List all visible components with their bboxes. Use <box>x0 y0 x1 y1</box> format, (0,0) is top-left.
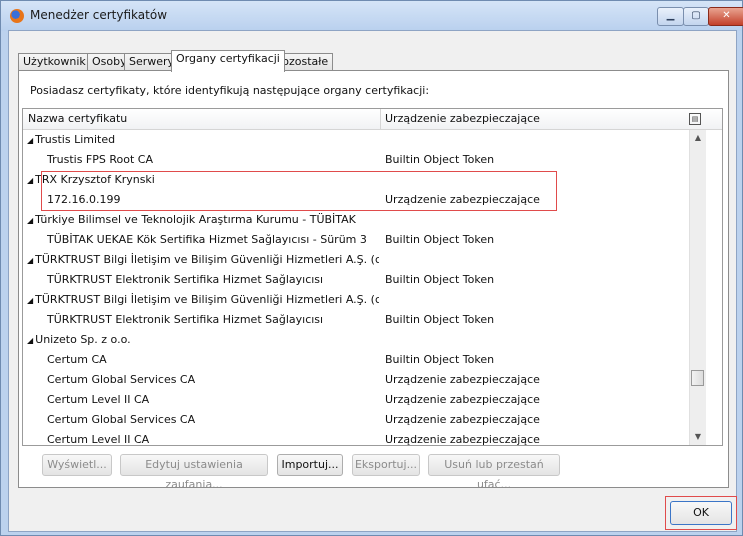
security-device: Urządzenie zabezpieczające <box>385 413 540 426</box>
row-label: Certum Level II CA <box>47 393 150 406</box>
tree-row[interactable]: Certum Level II CA Urządzenie zabezpiecza… <box>23 430 689 446</box>
scroll-up-arrow-icon[interactable]: ▲ <box>690 130 706 146</box>
tree-group-row[interactable]: ◢ Trustis Limited <box>23 130 689 150</box>
security-device: Builtin Object Token <box>385 233 495 246</box>
panel-description: Posiadasz certyfikaty, które identyfikuj… <box>30 84 430 97</box>
group-name: ◢ Unizeto Sp. z o.o. <box>27 330 379 350</box>
certificate-name: Certum Global Services CA <box>47 370 377 390</box>
security-device: Builtin Object Token <box>385 273 495 286</box>
tree-rows: ◢ Trustis Limited Trustis FPS Root CA Built… <box>23 130 689 446</box>
certificate-name: Certum Level II CA <box>47 430 377 446</box>
column-picker-icon[interactable]: ▤ <box>689 113 701 125</box>
certificate-name: TÜBİTAK UEKAE Kök Sertifika Hizmet Sağla… <box>47 230 377 250</box>
tab-organy-certyfikacji[interactable]: Organy certyfikacji <box>171 50 285 72</box>
tree-group-row[interactable]: ◢ TRX Krzysztof Krynski <box>23 170 689 190</box>
expand-triangle-icon[interactable]: ◢ <box>27 256 33 265</box>
tree-group-row[interactable]: ◢ TÜRKTRUST Bilgi İletişim ve Bilişim Güv… <box>23 290 689 310</box>
column-separator <box>380 109 381 129</box>
expand-triangle-icon[interactable]: ◢ <box>27 176 33 185</box>
delete-button[interactable]: Usuń lub przestań ufać... <box>428 454 560 491</box>
tree-row[interactable]: Certum CA Builtin Object Token <box>23 350 689 370</box>
tree-row[interactable]: Certum Level II CA Urządzenie zabezpiecza… <box>23 390 689 410</box>
tree-group-row[interactable]: ◢ Türkiye Bilimsel ve Teknolojik Araştırm… <box>23 210 689 230</box>
row-label: Trustis FPS Root CA <box>47 153 153 166</box>
security-device <box>385 330 685 350</box>
security-device: Builtin Object Token <box>385 353 495 366</box>
row-label: Unizeto Sp. z o.o. <box>35 333 131 346</box>
tree-row[interactable]: Certum Global Services CA Urządzenie zabe… <box>23 410 689 430</box>
ok-button[interactable]: OK <box>670 501 732 525</box>
tree-row[interactable]: TÜRKTRUST Elektronik Sertifika Hizmet Sa… <box>23 270 689 290</box>
group-name: ◢ TRX Krzysztof Krynski <box>27 170 379 190</box>
security-device <box>385 130 685 150</box>
security-device: Urządzenie zabezpieczające <box>385 393 540 406</box>
tree-row[interactable]: 172.16.0.199 Urządzenie zabezpieczające <box>23 190 689 210</box>
export-button[interactable]: Eksportuj... <box>352 454 420 476</box>
certificate-name: Certum Level II CA <box>47 390 377 410</box>
tree-group-row[interactable]: ◢ TÜRKTRUST Bilgi İletişim ve Bilişim Güv… <box>23 250 689 270</box>
row-label: TÜRKTRUST Elektronik Sertifika Hizmet Sa… <box>47 273 324 286</box>
security-device: Builtin Object Token <box>385 153 495 166</box>
expand-triangle-icon[interactable]: ◢ <box>27 216 33 225</box>
row-label: Certum Global Services CA <box>47 413 196 426</box>
certificate-name: Certum Global Services CA <box>47 410 377 430</box>
row-label: Certum CA <box>47 353 107 366</box>
tree-header: Nazwa certyfikatu Urządzenie zabezpiecza… <box>23 109 722 130</box>
row-label: Türkiye Bilimsel ve Teknolojik Araştırma… <box>35 213 356 226</box>
certificate-name: TÜRKTRUST Elektronik Sertifika Hizmet Sa… <box>47 270 377 290</box>
row-label: 172.16.0.199 <box>47 193 121 206</box>
security-device: Builtin Object Token <box>385 313 495 326</box>
tree-group-row[interactable]: ◢ Unizeto Sp. z o.o. <box>23 330 689 350</box>
tree-row[interactable]: Certum Global Services CA Urządzenie zabe… <box>23 370 689 390</box>
security-device: Urządzenie zabezpieczające <box>385 373 540 386</box>
row-label: TRX Krzysztof Krynski <box>35 173 155 186</box>
certificate-name: TÜRKTRUST Elektronik Sertifika Hizmet Sa… <box>47 310 377 330</box>
maximize-button[interactable]: ▢ <box>683 7 709 26</box>
security-device: Urządzenie zabezpieczające <box>385 193 540 206</box>
edit-trust-button[interactable]: Edytuj ustawienia zaufania... <box>120 454 268 491</box>
tab-uzytkownik[interactable]: Użytkownik <box>18 53 91 71</box>
title-bar[interactable]: Menedżer certyfikatów ▁ ▢ ✕ <box>1 1 743 31</box>
expand-triangle-icon[interactable]: ◢ <box>27 336 33 345</box>
row-label: Certum Level II CA <box>47 433 150 446</box>
row-label: Trustis Limited <box>35 133 116 146</box>
certificate-name: Certum CA <box>47 350 377 370</box>
security-device <box>385 170 685 190</box>
group-name: ◢ Trustis Limited <box>27 130 379 150</box>
row-label: TÜRKTRUST Elektronik Sertifika Hizmet Sa… <box>47 313 324 326</box>
scroll-thumb[interactable] <box>691 370 704 386</box>
security-device <box>385 250 685 270</box>
expand-triangle-icon[interactable]: ◢ <box>27 296 33 305</box>
view-button[interactable]: Wyświetl... <box>42 454 112 476</box>
tree-row[interactable]: TÜRKTRUST Elektronik Sertifika Hizmet Sa… <box>23 310 689 330</box>
certificate-name: Trustis FPS Root CA <box>47 150 377 170</box>
window-title: Menedżer certyfikatów <box>30 8 168 22</box>
expand-triangle-icon[interactable]: ◢ <box>27 136 33 145</box>
row-label: TÜRKTRUST Bilgi İletişim ve Bilişim Güve… <box>35 253 379 266</box>
certificate-tree[interactable]: Nazwa certyfikatu Urządzenie zabezpiecza… <box>22 108 723 446</box>
row-label: TÜBİTAK UEKAE Kök Sertifika Hizmet Sağla… <box>47 233 367 246</box>
firefox-icon <box>10 9 24 23</box>
close-button[interactable]: ✕ <box>708 7 743 26</box>
certificate-name: 172.16.0.199 <box>47 190 377 210</box>
row-label: TÜRKTRUST Bilgi İletişim ve Bilişim Güve… <box>35 293 379 306</box>
security-device <box>385 290 685 310</box>
security-device: Urządzenie zabezpieczające <box>385 433 540 446</box>
group-name: ◢ TÜRKTRUST Bilgi İletişim ve Bilişim Güv… <box>27 290 379 310</box>
scroll-down-arrow-icon[interactable]: ▼ <box>690 429 706 445</box>
group-name: ◢ Türkiye Bilimsel ve Teknolojik Araştırm… <box>27 210 379 230</box>
group-name: ◢ TÜRKTRUST Bilgi İletişim ve Bilişim Güv… <box>27 250 379 270</box>
column-header-name[interactable]: Nazwa certyfikatu <box>28 109 127 129</box>
vertical-scrollbar[interactable]: ▲ ▼ <box>689 130 706 445</box>
tree-row[interactable]: Trustis FPS Root CA Builtin Object Token <box>23 150 689 170</box>
row-label: Certum Global Services CA <box>47 373 196 386</box>
column-header-device[interactable]: Urządzenie zabezpieczające <box>385 109 540 129</box>
tree-row[interactable]: TÜBİTAK UEKAE Kök Sertifika Hizmet Sağla… <box>23 230 689 250</box>
minimize-button[interactable]: ▁ <box>657 7 684 26</box>
security-device <box>385 210 685 230</box>
import-button[interactable]: Importuj... <box>277 454 343 476</box>
